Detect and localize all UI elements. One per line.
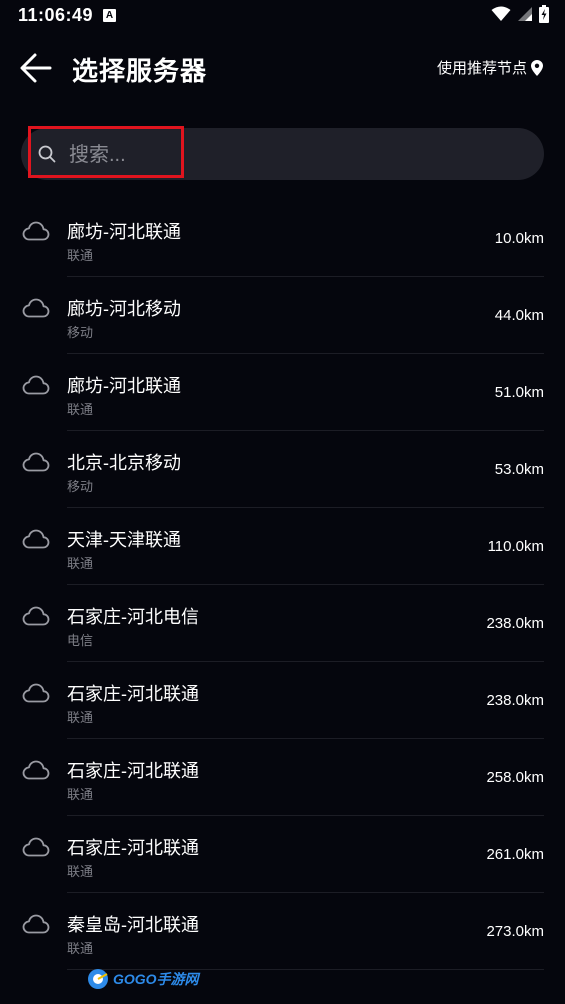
server-name: 廊坊-河北联通: [67, 376, 181, 396]
server-list-item[interactable]: 石家庄-河北联通联通 238.0km: [0, 662, 565, 739]
status-time: 11:06:49: [18, 5, 94, 25]
search-input[interactable]: [67, 128, 531, 182]
server-distance: 110.0km: [487, 538, 544, 555]
server-isp: 联通: [67, 248, 94, 263]
server-name: 石家庄-河北联通: [67, 761, 199, 781]
server-distance: 238.0km: [486, 615, 544, 632]
server-distance: 53.0km: [494, 461, 544, 478]
server-list-item[interactable]: 石家庄-河北电信电信 238.0km: [0, 585, 565, 662]
server-isp: 联通: [67, 864, 94, 879]
server-name: 廊坊-河北移动: [67, 299, 181, 319]
server-list: 廊坊-河北联通 联通 10.0km 廊坊-河北移动 移动 44.0km 廊坊-河北联通 联通 5…: [0, 200, 565, 970]
status-bar: 11:06:49 A: [0, 0, 565, 32]
server-name: 石家庄-河北联通: [67, 838, 199, 858]
server-name: 石家庄-河北电信: [67, 607, 199, 627]
server-distance: 238.0km: [486, 692, 544, 709]
cloud-icon: [22, 606, 50, 626]
server-name: 北京-北京移动: [67, 453, 181, 473]
use-recommended-node-button[interactable]: 使用推荐节点: [437, 57, 543, 78]
server-distance: 10.0km: [494, 230, 544, 247]
cloud-icon: [22, 375, 50, 395]
server-isp: 联通: [67, 941, 94, 956]
battery-icon: [539, 5, 549, 23]
server-list-item[interactable]: 廊坊-河北联通联通 10.0km: [0, 200, 565, 277]
server-isp: 联通: [67, 787, 94, 802]
server-distance: 258.0km: [486, 769, 544, 786]
server-isp: 电信: [67, 633, 94, 648]
server-isp: 移动: [67, 479, 94, 494]
server-distance: 273.0km: [486, 923, 544, 940]
cloud-icon: [22, 760, 50, 780]
signal-icon: [518, 7, 532, 21]
server-distance: 261.0km: [486, 846, 544, 863]
cloud-icon: [22, 298, 50, 318]
notification-a-icon: A: [103, 9, 116, 22]
cloud-icon: [22, 837, 50, 857]
server-name: 秦皇岛-河北联通: [67, 915, 199, 935]
server-name: 石家庄-河北联通: [67, 684, 199, 704]
server-distance: 51.0km: [494, 384, 544, 401]
server-list-item[interactable]: 秦皇岛-河北联通联通 273.0km: [0, 893, 565, 970]
status-indicators: [491, 5, 549, 23]
cloud-icon: [22, 221, 50, 241]
server-isp: 移动: [67, 325, 94, 340]
wifi-icon: [491, 6, 511, 21]
cloud-icon: [22, 452, 50, 472]
server-list-item[interactable]: 石家庄-河北联通联通 258.0km: [0, 739, 565, 816]
gogo-logo-icon: [88, 969, 108, 989]
server-name: 廊坊-河北联通: [67, 222, 181, 242]
server-list-item[interactable]: 北京-北京移动移动 53.0km: [0, 431, 565, 508]
server-list-item[interactable]: 廊坊-河北移动移动 44.0km: [0, 277, 565, 354]
watermark-text: GOGO手游网: [113, 971, 199, 987]
header: 选择服务器 使用推荐节点: [0, 40, 565, 96]
server-isp: 联通: [67, 710, 94, 725]
cloud-icon: [22, 683, 50, 703]
server-list-item[interactable]: 天津-天津联通联通 110.0km: [0, 508, 565, 585]
cloud-icon: [22, 529, 50, 549]
page-title: 选择服务器: [72, 56, 208, 86]
location-pin-icon: [531, 59, 543, 76]
arrow-left-icon[interactable]: [18, 50, 54, 86]
server-list-item[interactable]: 廊坊-河北联通联通 51.0km: [0, 354, 565, 431]
server-name: 天津-天津联通: [67, 530, 181, 550]
search-icon: [38, 145, 56, 163]
server-list-item[interactable]: 石家庄-河北联通联通 261.0km: [0, 816, 565, 893]
server-isp: 联通: [67, 402, 94, 417]
watermark: GOGO手游网: [87, 968, 199, 990]
server-isp: 联通: [67, 556, 94, 571]
search-bar: [21, 128, 544, 182]
cloud-icon: [22, 914, 50, 934]
server-distance: 44.0km: [494, 307, 544, 324]
recommend-label: 使用推荐节点: [436, 60, 527, 77]
